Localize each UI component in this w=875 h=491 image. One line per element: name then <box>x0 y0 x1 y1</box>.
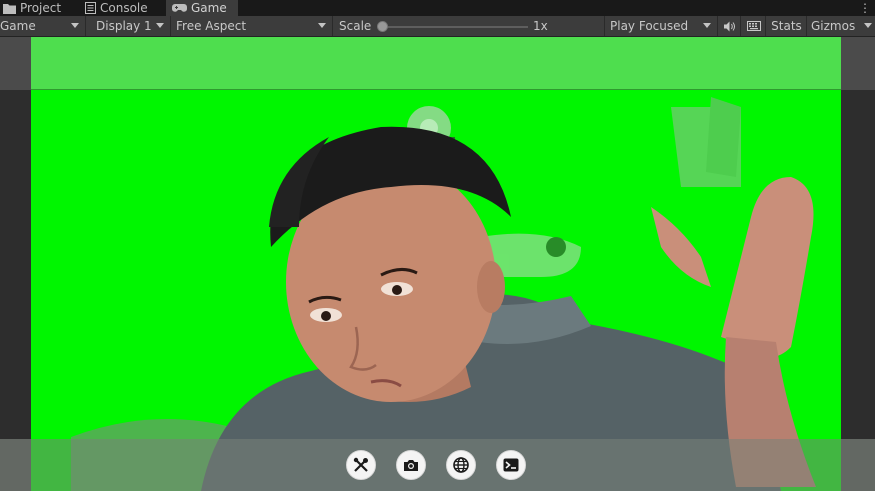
terminal-button[interactable] <box>496 450 526 480</box>
tab-console-label: Console <box>100 1 148 15</box>
view-mode-dropdown[interactable]: Game <box>0 16 86 36</box>
game-canvas[interactable] <box>31 37 841 491</box>
mute-audio-toggle[interactable] <box>719 16 741 36</box>
stats-label: Stats <box>771 19 802 33</box>
tab-project[interactable]: Project <box>3 0 81 16</box>
terminal-icon <box>503 458 519 472</box>
window-tab-strip: Project Console Game ⋮ <box>0 0 875 16</box>
chevron-down-icon <box>318 23 326 28</box>
display-dropdown[interactable]: Display 1 <box>87 16 171 36</box>
tools-icon <box>353 457 368 472</box>
scale-value: 1x <box>533 19 548 33</box>
scale-slider-handle[interactable] <box>377 21 388 32</box>
tab-console[interactable]: Console <box>85 0 165 16</box>
tab-game-label: Game <box>191 1 227 15</box>
shortcuts-toggle[interactable] <box>742 16 766 36</box>
camera-feed-image <box>71 97 816 491</box>
view-mode-label: Game <box>0 19 36 33</box>
letterbox-right <box>841 37 875 491</box>
tools-button[interactable] <box>346 450 376 480</box>
tab-project-label: Project <box>20 1 62 15</box>
console-icon <box>85 2 96 14</box>
screenshot-button[interactable] <box>396 450 426 480</box>
display-label: Display 1 <box>96 19 152 33</box>
stats-button[interactable]: Stats <box>767 16 807 36</box>
chevron-down-icon <box>156 23 164 28</box>
globe-icon <box>453 457 469 473</box>
scale-label: Scale <box>339 19 372 33</box>
folder-icon <box>3 3 16 14</box>
chevron-down-icon <box>864 23 872 28</box>
camera-icon <box>404 460 418 471</box>
more-options-icon[interactable]: ⋮ <box>859 0 871 16</box>
letterbox-left <box>0 37 31 491</box>
overlay-footer-bar <box>0 439 875 491</box>
play-mode-dropdown[interactable]: Play Focused <box>606 16 718 36</box>
tab-game[interactable]: Game <box>166 0 238 16</box>
chevron-down-icon <box>703 23 711 28</box>
scale-slider-track[interactable] <box>380 26 528 28</box>
speaker-icon <box>723 21 735 31</box>
aspect-label: Free Aspect <box>176 19 247 33</box>
gamepad-icon <box>172 4 187 12</box>
keyboard-icon <box>746 21 761 31</box>
network-button[interactable] <box>446 450 476 480</box>
play-mode-label: Play Focused <box>610 19 689 33</box>
aspect-dropdown[interactable]: Free Aspect <box>172 16 333 36</box>
gizmos-label: Gizmos <box>811 19 856 33</box>
chevron-down-icon <box>71 23 79 28</box>
gizmos-dropdown[interactable]: Gizmos <box>808 16 875 36</box>
